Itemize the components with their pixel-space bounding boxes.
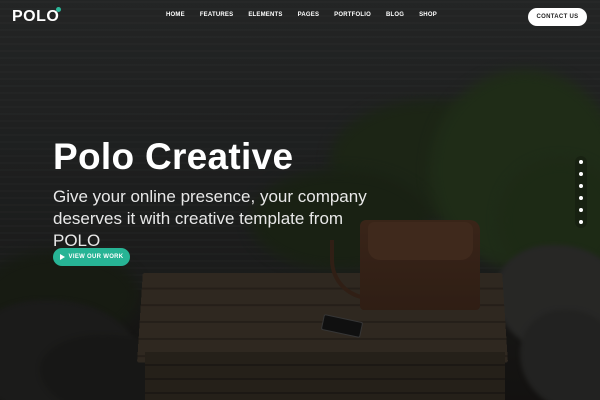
slider-dot-4[interactable] [579, 196, 583, 200]
slider-dot-3[interactable] [579, 184, 583, 188]
nav-item-elements[interactable]: ELEMENTS [248, 12, 282, 18]
main-nav: HOME FEATURES ELEMENTS PAGES PORTFOLIO B… [166, 12, 452, 18]
site-header: POLO HOME FEATURES ELEMENTS PAGES PORTFO… [0, 0, 600, 34]
slider-dots [575, 156, 587, 228]
nav-item-pages[interactable]: PAGES [298, 12, 320, 18]
logo[interactable]: POLO [12, 8, 59, 26]
nav-item-shop[interactable]: SHOP [419, 12, 437, 18]
nav-item-blog[interactable]: BLOG [386, 12, 404, 18]
slider-dot-6[interactable] [579, 220, 583, 224]
view-our-work-label: VIEW OUR WORK [68, 254, 124, 260]
slider-dot-5[interactable] [579, 208, 583, 212]
play-icon [59, 254, 65, 260]
nav-item-home[interactable]: HOME [166, 12, 185, 18]
slider-dot-2[interactable] [579, 172, 583, 176]
hero-title: Polo Creative [53, 136, 294, 177]
hero-subtitle: Give your online presence, your company … [53, 187, 367, 250]
contact-us-button[interactable]: CONTACT US [528, 8, 587, 26]
logo-accent-dot [56, 7, 61, 12]
nav-item-portfolio[interactable]: PORTFOLIO [334, 12, 371, 18]
view-our-work-button[interactable]: VIEW OUR WORK [53, 248, 130, 266]
slider-dot-1[interactable] [579, 160, 583, 164]
nav-item-features[interactable]: FEATURES [200, 12, 234, 18]
